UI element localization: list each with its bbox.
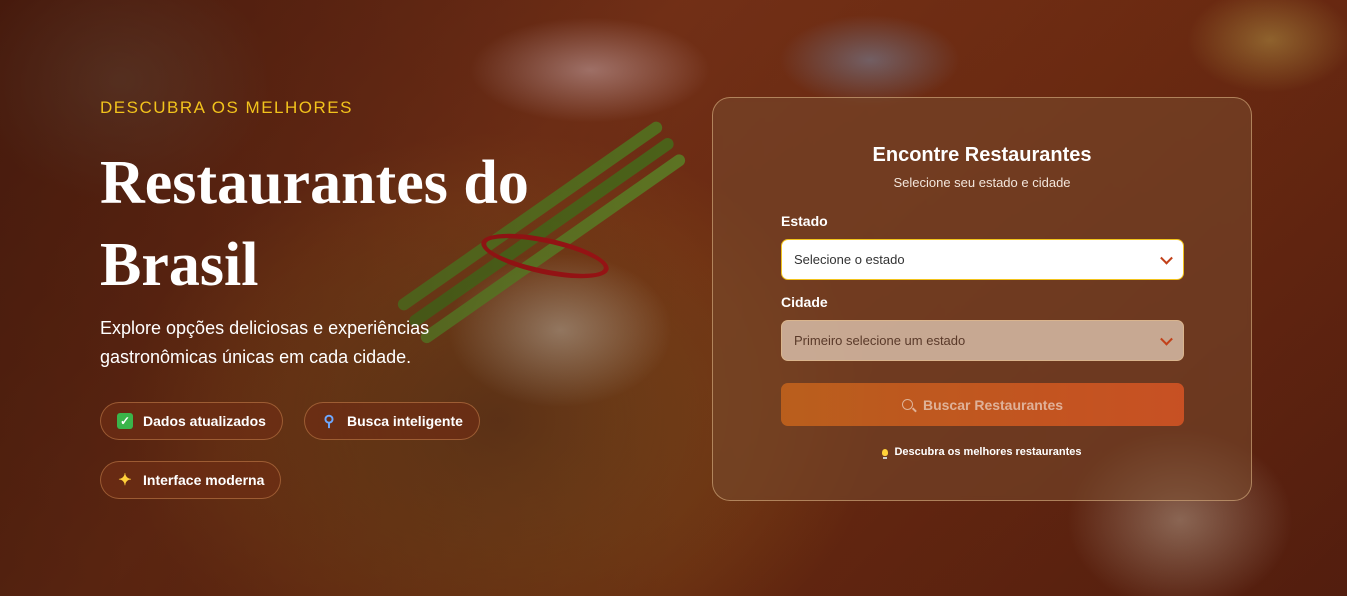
feature-label: Dados atualizados: [143, 413, 266, 429]
city-select-value: Primeiro selecione um estado: [794, 333, 966, 348]
hero-title: Restaurantes do Brasil: [100, 149, 529, 299]
feature-label: Interface moderna: [143, 472, 265, 488]
hero-description: Explore opções deliciosas e experiências…: [100, 318, 430, 367]
hero-eyebrow: DESCUBRA OS MELHORES: [100, 98, 353, 117]
state-label: Estado: [781, 213, 828, 229]
search-hint: Descubra os melhores restaurantes: [713, 446, 1251, 459]
lightbulb-icon: [882, 448, 889, 459]
check-icon: ✓: [117, 413, 133, 429]
feature-label: Busca inteligente: [347, 413, 463, 429]
search-card-subtitle: Selecione seu estado e cidade: [893, 175, 1071, 190]
search-card: Encontre Restaurantes Selecione seu esta…: [712, 97, 1252, 501]
search-card-title: Encontre Restaurantes: [872, 144, 1092, 166]
state-select[interactable]: Selecione o estado: [781, 239, 1184, 280]
feature-badge-updated-data: ✓ Dados atualizados: [100, 402, 283, 440]
feature-badge-smart-search: ⚲ Busca inteligente: [304, 402, 480, 440]
feature-badge-modern-interface: ✦ Interface moderna: [100, 461, 282, 499]
city-select[interactable]: Primeiro selecione um estado: [781, 320, 1184, 361]
state-select-value: Selecione o estado: [794, 252, 905, 267]
sparkle-icon: ✦: [118, 472, 132, 489]
search-icon: [901, 399, 913, 410]
search-hint-text: Descubra os melhores restaurantes: [894, 446, 1082, 458]
search-restaurants-button[interactable]: Buscar Restaurantes: [781, 383, 1184, 426]
city-label: Cidade: [781, 294, 828, 310]
search-button-label: Buscar Restaurantes: [922, 396, 1064, 413]
chevron-down-icon: [1160, 332, 1173, 346]
chevron-down-icon: [1160, 251, 1173, 265]
search-icon: ⚲: [323, 413, 335, 430]
